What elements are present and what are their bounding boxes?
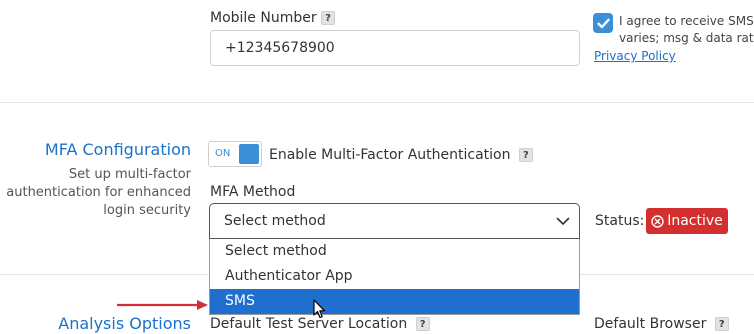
mfa-method-dropdown-list: Select method Authenticator App SMS [209,239,580,315]
toggle-knob [239,144,259,164]
help-icon[interactable]: ? [714,317,729,331]
mouse-cursor-icon [313,299,326,319]
help-icon[interactable]: ? [321,11,336,25]
dropdown-option[interactable]: Select method [210,239,579,264]
status-badge: Inactive [646,208,728,234]
help-icon[interactable]: ? [415,317,430,331]
privacy-policy-link[interactable]: Privacy Policy [594,49,676,63]
mfa-method-label: MFA Method [210,184,296,200]
toggle-state-text: ON [215,148,231,159]
default-browser-label: Default Browser ? [594,316,729,332]
chevron-down-icon [556,217,570,226]
sms-consent-text: I agree to receive SMS co varies; msg & … [619,14,754,45]
dropdown-option-highlighted[interactable]: SMS [210,289,579,314]
arrow-annotation-icon [117,300,208,310]
sms-consent-checkbox[interactable] [593,13,613,33]
status-label: Status: [595,213,645,229]
help-icon[interactable]: ? [518,148,533,162]
dropdown-option[interactable]: Authenticator App [210,264,579,289]
mfa-toggle-switch[interactable]: ON [208,141,262,167]
mfa-section-title: MFA Configuration [44,140,191,159]
mfa-method-select[interactable]: Select method [209,203,580,239]
mfa-section-description: Set up multi-factor authentication for e… [6,167,191,218]
mfa-toggle-label: Enable Multi-Factor Authentication ? [269,147,533,163]
mfa-method-selected: Select method [224,213,326,229]
x-circle-icon [651,214,664,228]
mobile-number-input[interactable]: +12345678900 [210,30,580,66]
analysis-section-title: Analysis Options [58,314,191,333]
section-divider [0,102,754,103]
mobile-number-label: Mobile Number ? [210,10,336,26]
mobile-number-value: +12345678900 [225,40,335,56]
checkmark-icon [596,18,610,28]
